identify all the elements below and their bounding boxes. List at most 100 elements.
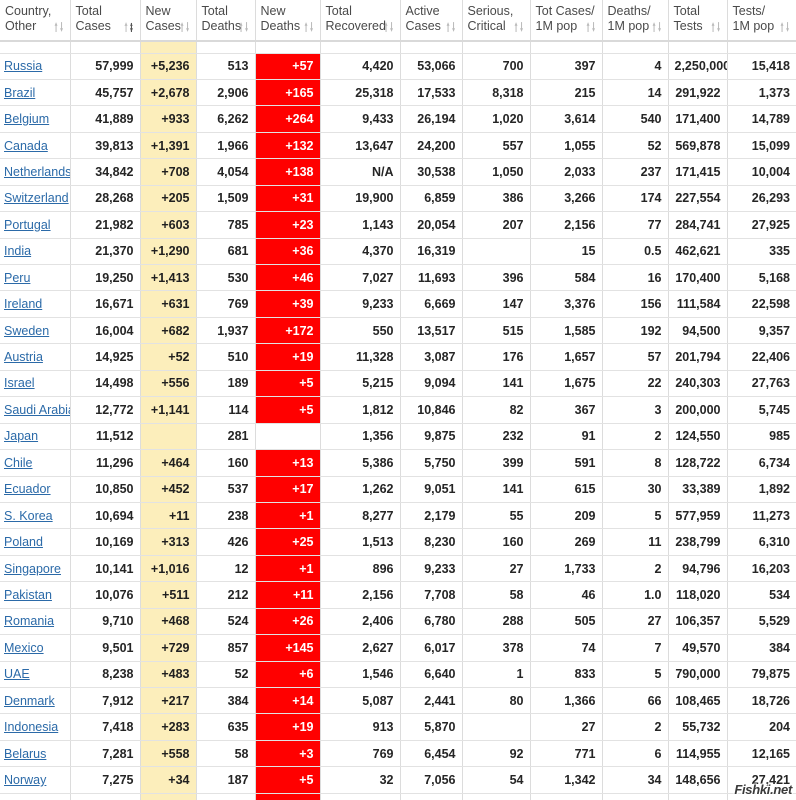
country-cell[interactable]: Japan bbox=[0, 423, 71, 451]
column-header-total_recovered[interactable]: Total Recovered bbox=[320, 0, 401, 42]
country-cell[interactable]: S. Korea bbox=[0, 502, 71, 530]
country-link[interactable]: Singapore bbox=[4, 562, 61, 576]
sort-toggle-icon[interactable] bbox=[54, 21, 65, 33]
country-link[interactable]: Mexico bbox=[4, 641, 44, 655]
country-link[interactable]: Belgium bbox=[4, 112, 49, 126]
country-cell[interactable]: India bbox=[0, 238, 71, 266]
country-cell[interactable]: Austria bbox=[0, 343, 71, 371]
country-link[interactable]: Poland bbox=[4, 535, 43, 549]
sort-toggle-icon[interactable] bbox=[124, 21, 135, 33]
country-link[interactable]: Portugal bbox=[4, 218, 51, 232]
sort-toggle-icon[interactable] bbox=[652, 21, 663, 33]
country-link[interactable]: Austria bbox=[4, 350, 43, 364]
country-cell[interactable]: UAE bbox=[0, 661, 71, 689]
table-row[interactable]: Israel 14,498 +556 189 +5 5,215 9,094 141 1,675 2… bbox=[0, 370, 796, 398]
country-link[interactable]: Belarus bbox=[4, 747, 46, 761]
table-row[interactable]: Chile 11,296 +464 160 +13 5,386 5,750 399 591 8 12… bbox=[0, 449, 796, 477]
table-row[interactable]: Indonesia 7,418 +283 635 +19 913 5,870 27 2 55,73… bbox=[0, 713, 796, 741]
sort-toggle-icon[interactable] bbox=[711, 21, 722, 33]
table-row[interactable]: Austria 14,925 +52 510 +19 11,328 3,087 176 1,65… bbox=[0, 343, 796, 371]
country-cell[interactable]: Belgium bbox=[0, 105, 71, 133]
table-row[interactable]: Netherlands 34,842 +708 4,054 +138 N/A 30,538 1… bbox=[0, 158, 796, 186]
country-cell[interactable]: Peru bbox=[0, 264, 71, 292]
country-link[interactable]: S. Korea bbox=[4, 509, 53, 523]
country-cell[interactable]: Netherlands bbox=[0, 158, 71, 186]
country-cell[interactable]: Sweden bbox=[0, 317, 71, 345]
country-link[interactable]: UAE bbox=[4, 667, 30, 681]
table-row[interactable]: Canada 39,813 +1,391 1,966 +132 13,647 24,200 5… bbox=[0, 132, 796, 160]
table-row[interactable]: Poland 10,169 +313 426 +25 1,513 8,230 160 269 11… bbox=[0, 528, 796, 556]
country-link[interactable]: Japan bbox=[4, 429, 38, 443]
table-row[interactable]: Switzerland 28,268 +205 1,509 +31 19,900 6,859… bbox=[0, 185, 796, 213]
country-link[interactable]: Chile bbox=[4, 456, 33, 470]
table-row[interactable]: Ireland 16,671 +631 769 +39 9,233 6,669 147 3,37… bbox=[0, 290, 796, 318]
column-header-country[interactable]: Country, Other bbox=[0, 0, 71, 42]
table-row[interactable]: Peru 19,250 +1,413 530 +46 7,027 11,693 396 584 1… bbox=[0, 264, 796, 292]
country-link[interactable]: Brazil bbox=[4, 86, 35, 100]
table-row[interactable]: Saudi Arabia 12,772 +1,141 114 +5 1,812 10,846… bbox=[0, 396, 796, 424]
country-link[interactable]: Ireland bbox=[4, 297, 42, 311]
country-cell[interactable]: Russia bbox=[0, 53, 71, 80]
table-row[interactable]: S. Korea 10,694 +11 238 +1 8,277 2,179 55 209 5 57… bbox=[0, 502, 796, 530]
country-cell[interactable]: Canada bbox=[0, 132, 71, 160]
column-header-deaths_per_1m[interactable]: Deaths/1M pop bbox=[602, 0, 669, 42]
country-cell[interactable]: Israel bbox=[0, 370, 71, 398]
sort-toggle-icon[interactable] bbox=[514, 21, 525, 33]
country-link[interactable]: Saudi Arabia bbox=[4, 403, 69, 417]
table-row[interactable]: Sweden 16,004 +682 1,937 +172 550 13,517 515 1,5… bbox=[0, 317, 796, 345]
country-cell[interactable]: Ireland bbox=[0, 290, 71, 318]
table-row[interactable]: Pakistan 10,076 +511 212 +11 2,156 7,708 58 46 1.… bbox=[0, 581, 796, 609]
country-cell[interactable]: Poland bbox=[0, 528, 71, 556]
table-row[interactable]: India 21,370 +1,290 681 +36 4,370 16,319 15 0.5 4… bbox=[0, 238, 796, 266]
table-row[interactable]: Japan 11,512 281 1,356 9,875 232 91 2 124,550 985 bbox=[0, 423, 796, 451]
country-link[interactable]: Peru bbox=[4, 271, 30, 285]
column-header-tot_cases_per_1m[interactable]: Tot Cases/1M pop bbox=[530, 0, 603, 42]
country-link[interactable]: Romania bbox=[4, 614, 54, 628]
country-link[interactable]: Pakistan bbox=[4, 588, 52, 602]
country-cell[interactable]: Romania bbox=[0, 608, 71, 636]
sort-toggle-icon[interactable] bbox=[239, 21, 250, 33]
country-link[interactable]: Denmark bbox=[4, 694, 55, 708]
table-row[interactable]: UAE 8,238 +483 52 +6 1,546 6,640 1 833 5 790,000 79… bbox=[0, 661, 796, 689]
column-header-active_cases[interactable]: Active Cases bbox=[400, 0, 463, 42]
country-cell[interactable]: Denmark bbox=[0, 687, 71, 715]
table-row[interactable]: Denmark 7,912 +217 384 +14 5,087 2,441 80 1,366 6… bbox=[0, 687, 796, 715]
table-row[interactable]: Singapore 10,141 +1,016 12 +1 896 9,233 27 1,733… bbox=[0, 555, 796, 583]
table-row[interactable]: Belarus 7,281 +558 58 +3 769 6,454 92 771 6 114,95… bbox=[0, 740, 796, 768]
table-row[interactable]: Portugal 21,982 +603 785 +23 1,143 20,054 207 2,… bbox=[0, 211, 796, 239]
country-link[interactable]: Netherlands bbox=[4, 165, 69, 179]
table-row[interactable]: Ecuador 10,850 +452 537 +17 1,262 9,051 141 615 3… bbox=[0, 476, 796, 503]
country-cell[interactable]: Ecuador bbox=[0, 476, 71, 503]
column-header-new_cases[interactable]: New Cases bbox=[140, 0, 197, 42]
country-link[interactable]: Norway bbox=[4, 773, 46, 787]
column-header-total_cases[interactable]: Total Cases bbox=[70, 0, 141, 42]
country-link[interactable]: Ecuador bbox=[4, 482, 51, 496]
sort-toggle-icon[interactable] bbox=[780, 21, 791, 33]
table-row[interactable]: Mexico 9,501 +729 857 +145 2,627 6,017 378 74 7 49… bbox=[0, 634, 796, 662]
country-link[interactable]: Israel bbox=[4, 376, 35, 390]
country-link[interactable]: India bbox=[4, 244, 31, 258]
country-link[interactable]: Russia bbox=[4, 59, 42, 73]
country-link[interactable]: Switzerland bbox=[4, 191, 69, 205]
country-cell[interactable]: Mexico bbox=[0, 634, 71, 662]
table-row[interactable]: Brazil 45,757 +2,678 2,906 +165 25,318 17,533 8… bbox=[0, 79, 796, 107]
country-cell[interactable]: Switzerland bbox=[0, 185, 71, 213]
sort-toggle-icon[interactable] bbox=[586, 21, 597, 33]
sort-toggle-icon[interactable] bbox=[180, 21, 191, 33]
sort-toggle-icon[interactable] bbox=[384, 21, 395, 33]
country-link[interactable]: Indonesia bbox=[4, 720, 58, 734]
country-cell[interactable]: Singapore bbox=[0, 555, 71, 583]
country-cell[interactable]: Norway bbox=[0, 766, 71, 794]
country-cell[interactable]: Indonesia bbox=[0, 713, 71, 741]
table-row[interactable]: Norway 7,275 +34 187 +5 32 7,056 54 1,342 34 148,6… bbox=[0, 766, 796, 794]
country-cell[interactable]: Chile bbox=[0, 449, 71, 477]
table-row[interactable]: Belgium 41,889 +933 6,262 +264 9,433 26,194 1,0… bbox=[0, 105, 796, 133]
table-row[interactable]: Russia 57,999 +5,236 513 +57 4,420 53,066 700 39… bbox=[0, 53, 796, 80]
sort-toggle-icon[interactable] bbox=[304, 21, 315, 33]
country-link[interactable]: Canada bbox=[4, 139, 48, 153]
column-header-tests_per_1m[interactable]: Tests/1M pop bbox=[727, 0, 796, 42]
country-cell[interactable]: Brazil bbox=[0, 79, 71, 107]
table-row[interactable]: Romania 9,710 +468 524 +26 2,406 6,780 288 505 27… bbox=[0, 608, 796, 636]
country-cell[interactable]: Portugal bbox=[0, 211, 71, 239]
sort-toggle-icon[interactable] bbox=[446, 21, 457, 33]
